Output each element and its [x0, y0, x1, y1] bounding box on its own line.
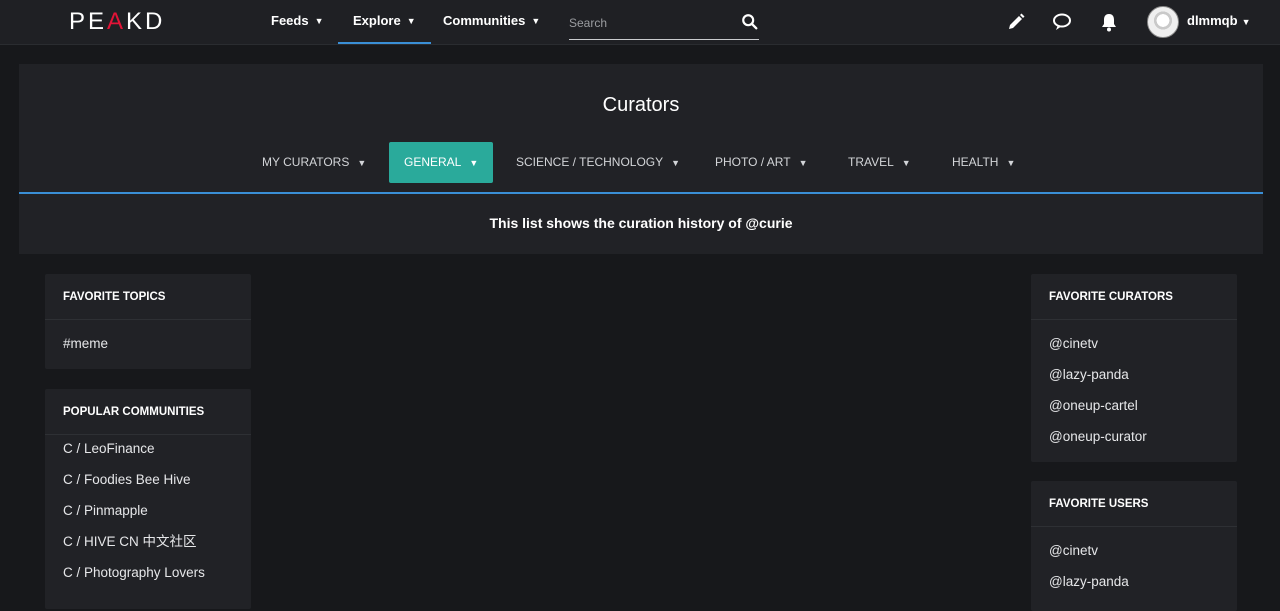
chevron-down-icon: ▼ — [671, 158, 681, 168]
tab-label: HEALTH — [952, 155, 999, 169]
bell-icon[interactable] — [1099, 12, 1119, 32]
chevron-down-icon: ▼ — [798, 158, 808, 168]
search-icon[interactable] — [741, 13, 759, 31]
chevron-down-icon: ▼ — [1006, 158, 1016, 168]
list-item[interactable]: @cinetv — [1049, 537, 1237, 568]
tab-my-curators[interactable]: MY CURATORS ▼ — [262, 142, 366, 183]
tab-label: TRAVEL — [848, 155, 894, 169]
tab-photo-art[interactable]: PHOTO / ART ▼ — [715, 142, 808, 183]
list-item[interactable]: C / HIVE CN 中文社区 — [63, 528, 251, 559]
page-title: Curators — [602, 94, 680, 116]
tab-label: SCIENCE / TECHNOLOGY — [516, 155, 664, 169]
list-item[interactable]: @cinetv — [1049, 330, 1237, 361]
list-item[interactable]: @oneup-curator — [1049, 423, 1237, 454]
tab-label: GENERAL — [404, 155, 462, 169]
avatar[interactable] — [1147, 6, 1179, 38]
list-item[interactable]: C / LeoFinance — [63, 435, 251, 466]
chevron-down-icon: ▼ — [901, 158, 911, 168]
chevron-down-icon: ▼ — [531, 16, 541, 26]
tab-label: PHOTO / ART — [715, 155, 791, 169]
nav-feeds-label: Feeds — [271, 13, 309, 28]
user-list: @cinetv @lazy-panda — [1031, 527, 1237, 599]
nav-explore-label: Explore — [353, 13, 401, 28]
list-item[interactable]: @oneup-cartel — [1049, 392, 1237, 423]
tab-health[interactable]: HEALTH ▼ — [952, 142, 1015, 183]
user-menu[interactable]: dlmmqb ▼ — [1187, 0, 1250, 44]
nav-communities-label: Communities — [443, 13, 526, 28]
chevron-down-icon: ▼ — [314, 16, 324, 26]
list-item[interactable]: C / Foodies Bee Hive — [63, 466, 251, 497]
curators-header-panel: Curators MY CURATORS ▼ GENERAL ▼ SCIENCE /… — [19, 64, 1263, 254]
card-title: POPULAR COMMUNITIES — [45, 389, 251, 435]
curation-note: This list shows the curation history of … — [489, 215, 793, 231]
chevron-down-icon: ▼ — [1241, 17, 1251, 27]
tab-label: MY CURATORS — [262, 155, 350, 169]
tab-general[interactable]: GENERAL ▼ — [389, 142, 494, 183]
favorite-curators-card: FAVORITE CURATORS @cinetv @lazy-panda @o… — [1031, 274, 1237, 462]
pencil-icon[interactable] — [1006, 12, 1026, 32]
chat-icon[interactable] — [1052, 12, 1072, 32]
peakd-logo[interactable]: PEAKD — [69, 9, 165, 35]
tab-travel[interactable]: TRAVEL ▼ — [848, 142, 911, 183]
search-input[interactable] — [569, 9, 734, 37]
list-item[interactable]: #meme — [63, 330, 251, 361]
card-title: FAVORITE CURATORS — [1031, 274, 1237, 320]
popular-communities-card: POPULAR COMMUNITIES C / LeoFinance C / F… — [45, 389, 251, 609]
search-box — [569, 9, 759, 40]
chevron-down-icon: ▼ — [406, 16, 416, 26]
community-list: C / LeoFinance C / Foodies Bee Hive C / … — [45, 435, 251, 590]
username-label: dlmmqb — [1187, 13, 1238, 28]
chevron-down-icon: ▼ — [469, 158, 479, 168]
tab-science-technology[interactable]: SCIENCE / TECHNOLOGY ▼ — [516, 142, 680, 183]
favorite-topics-card: FAVORITE TOPICS #meme — [45, 274, 251, 369]
favorite-users-card: FAVORITE USERS @cinetv @lazy-panda — [1031, 481, 1237, 611]
chevron-down-icon: ▼ — [357, 158, 367, 168]
nav-communities[interactable]: Communities ▼ — [443, 0, 540, 44]
list-item[interactable]: C / Pinmapple — [63, 497, 251, 528]
list-item[interactable]: C / Photography Lovers — [63, 559, 251, 590]
curator-list: @cinetv @lazy-panda @oneup-cartel @oneup… — [1031, 320, 1237, 454]
top-navbar: PEAKD Feeds ▼ Explore ▼ Communities ▼ dlmmq… — [0, 0, 1280, 45]
list-item[interactable]: @lazy-panda — [1049, 568, 1237, 599]
divider — [19, 192, 1263, 194]
nav-feeds[interactable]: Feeds ▼ — [271, 0, 324, 44]
topic-list: #meme — [45, 320, 251, 361]
list-item[interactable]: @lazy-panda — [1049, 361, 1237, 392]
card-title: FAVORITE TOPICS — [45, 274, 251, 320]
nav-explore[interactable]: Explore ▼ — [338, 0, 431, 44]
card-title: FAVORITE USERS — [1031, 481, 1237, 527]
